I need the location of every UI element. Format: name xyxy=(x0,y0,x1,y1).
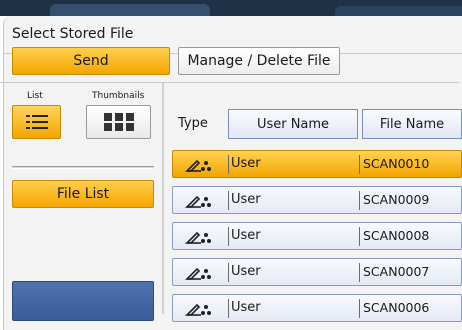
file-name-column-header[interactable]: File Name xyxy=(362,109,462,139)
list-icon xyxy=(25,115,48,129)
table-row[interactable]: User SCAN0009 xyxy=(172,186,462,214)
table-row[interactable]: User SCAN0006 xyxy=(172,294,462,322)
cell-divider xyxy=(359,191,360,210)
row-file-name: SCAN0007 xyxy=(363,264,430,279)
sidebar-divider xyxy=(12,166,154,169)
cell-divider xyxy=(359,263,360,282)
list-view-label: List xyxy=(27,91,43,101)
cell-divider xyxy=(359,155,360,174)
row-user-name: User xyxy=(231,228,261,243)
scan-shared-icon xyxy=(185,303,211,316)
row-user-name: User xyxy=(231,264,261,279)
cell-divider xyxy=(228,191,229,210)
top-header-bar xyxy=(0,0,462,16)
list-view-button[interactable] xyxy=(12,105,61,139)
type-column-label: Type xyxy=(178,116,208,131)
cell-divider xyxy=(228,299,229,318)
manage-delete-file-button[interactable]: Manage / Delete File xyxy=(178,47,340,75)
column-divider xyxy=(162,83,164,314)
scan-shared-icon xyxy=(185,195,211,208)
row-user-name: User xyxy=(231,156,261,171)
thumbnails-view-button[interactable] xyxy=(86,105,151,139)
cell-divider xyxy=(228,155,229,174)
scan-shared-icon xyxy=(185,231,211,244)
cell-divider xyxy=(359,227,360,246)
thumbnails-icon xyxy=(103,113,134,131)
scan-shared-icon xyxy=(185,267,211,280)
table-row[interactable]: User SCAN0007 xyxy=(172,258,462,286)
thumbnails-view-label: Thumbnails xyxy=(92,91,145,101)
toolbar-divider xyxy=(0,82,459,83)
file-list-button[interactable]: File List xyxy=(12,180,154,208)
row-user-name: User xyxy=(231,192,261,207)
table-row[interactable]: User SCAN0010 xyxy=(172,150,462,178)
cell-divider xyxy=(228,227,229,246)
header-tab xyxy=(50,4,210,16)
blue-action-button[interactable] xyxy=(12,281,154,321)
cell-divider xyxy=(359,299,360,318)
header-tab-right xyxy=(335,6,462,16)
page-title: Select Stored File xyxy=(12,26,134,42)
send-button[interactable]: Send xyxy=(12,47,170,75)
user-name-column-header[interactable]: User Name xyxy=(228,109,358,139)
row-file-name: SCAN0006 xyxy=(363,300,430,315)
row-file-name: SCAN0008 xyxy=(363,228,430,243)
row-user-name: User xyxy=(231,300,261,315)
scan-shared-icon xyxy=(185,159,211,172)
table-row[interactable]: User SCAN0008 xyxy=(172,222,462,250)
cell-divider xyxy=(228,263,229,282)
row-file-name: SCAN0009 xyxy=(363,192,430,207)
row-file-name: SCAN0010 xyxy=(363,156,430,171)
